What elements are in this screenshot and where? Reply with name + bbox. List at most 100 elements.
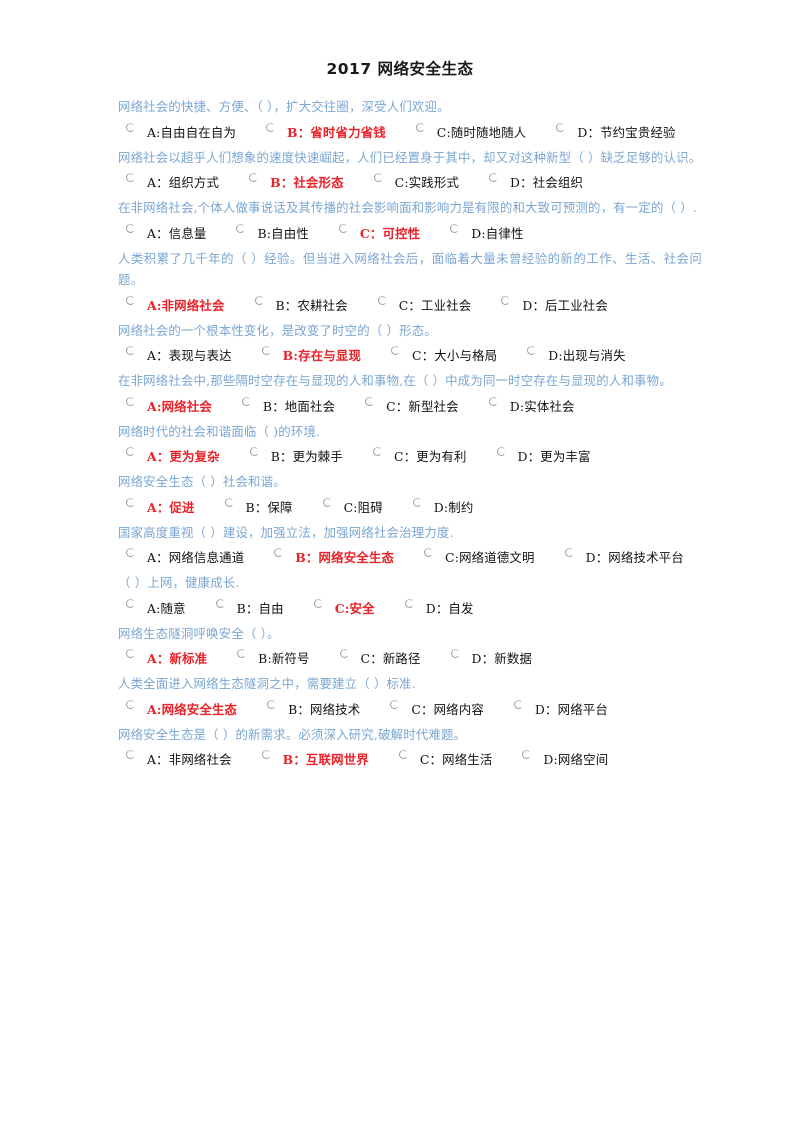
- option-d[interactable]: D：网络平台: [513, 698, 608, 721]
- radio-unchecked-icon[interactable]: [322, 497, 332, 507]
- option-a[interactable]: A：更为复杂: [126, 445, 220, 468]
- option-a[interactable]: A:网络社会: [126, 395, 212, 418]
- radio-unchecked-icon[interactable]: [424, 548, 434, 557]
- option-c[interactable]: C：工业社会: [377, 294, 472, 317]
- radio-unchecked-icon[interactable]: [224, 497, 234, 507]
- option-c[interactable]: C:实践形式: [373, 171, 459, 194]
- radio-unchecked-icon[interactable]: [377, 295, 387, 305]
- option-a[interactable]: A：表现与表达: [126, 344, 232, 367]
- option-b[interactable]: B：网络技术: [267, 698, 360, 721]
- option-a[interactable]: A：网络信息通道: [126, 546, 244, 569]
- option-b[interactable]: B：更为棘手: [249, 445, 343, 468]
- radio-unchecked-icon[interactable]: [126, 447, 135, 456]
- radio-unchecked-icon[interactable]: [126, 699, 135, 709]
- radio-unchecked-icon[interactable]: [450, 223, 460, 233]
- option-c[interactable]: C:安全: [313, 597, 375, 620]
- option-b[interactable]: B：保障: [224, 496, 293, 519]
- option-c[interactable]: C：大小与格局: [391, 344, 497, 367]
- radio-unchecked-icon[interactable]: [126, 396, 135, 406]
- option-d[interactable]: D：更为丰富: [496, 445, 591, 468]
- radio-unchecked-icon[interactable]: [488, 396, 498, 406]
- radio-unchecked-icon[interactable]: [450, 649, 460, 658]
- radio-unchecked-icon[interactable]: [522, 750, 532, 759]
- option-d[interactable]: D：后工业社会: [501, 294, 608, 317]
- option-b[interactable]: B：农耕社会: [254, 294, 348, 317]
- radio-unchecked-icon[interactable]: [365, 396, 375, 406]
- option-a[interactable]: A：组织方式: [126, 171, 219, 194]
- option-d[interactable]: D：节约宝贵经验: [556, 121, 675, 144]
- option-b[interactable]: B：省时省力省钱: [266, 121, 386, 144]
- option-c[interactable]: C：更为有利: [372, 445, 467, 468]
- radio-unchecked-icon[interactable]: [126, 548, 135, 557]
- radio-unchecked-icon[interactable]: [267, 699, 277, 709]
- radio-unchecked-icon[interactable]: [126, 122, 135, 132]
- radio-unchecked-icon[interactable]: [372, 447, 382, 456]
- option-c[interactable]: C:阻碍: [322, 496, 383, 519]
- option-c[interactable]: C:网络道德文明: [424, 546, 535, 569]
- radio-unchecked-icon[interactable]: [254, 295, 264, 305]
- radio-unchecked-icon[interactable]: [266, 122, 276, 132]
- radio-unchecked-icon[interactable]: [556, 122, 566, 132]
- radio-unchecked-icon[interactable]: [415, 122, 425, 132]
- option-d[interactable]: D：社会组织: [489, 171, 583, 194]
- option-d[interactable]: D:自律性: [450, 222, 523, 245]
- option-c[interactable]: C：网络生活: [398, 748, 493, 771]
- option-b[interactable]: B：网络安全生态: [274, 546, 394, 569]
- radio-unchecked-icon[interactable]: [261, 750, 271, 759]
- option-b[interactable]: B：地面社会: [241, 395, 335, 418]
- option-c[interactable]: C：新型社会: [365, 395, 459, 418]
- radio-unchecked-icon[interactable]: [496, 447, 506, 456]
- option-b[interactable]: B:自由性: [236, 222, 309, 245]
- option-a[interactable]: A:网络安全生态: [126, 698, 237, 721]
- option-a[interactable]: A:随意: [126, 597, 186, 620]
- radio-unchecked-icon[interactable]: [126, 649, 135, 658]
- radio-unchecked-icon[interactable]: [338, 223, 348, 233]
- radio-unchecked-icon[interactable]: [489, 173, 499, 182]
- radio-unchecked-icon[interactable]: [126, 223, 135, 233]
- radio-unchecked-icon[interactable]: [527, 346, 537, 355]
- radio-unchecked-icon[interactable]: [126, 346, 135, 355]
- radio-unchecked-icon[interactable]: [513, 699, 523, 709]
- radio-unchecked-icon[interactable]: [249, 447, 259, 456]
- radio-unchecked-icon[interactable]: [501, 295, 511, 305]
- radio-unchecked-icon[interactable]: [391, 346, 401, 355]
- option-b[interactable]: B：互联网世界: [261, 748, 369, 771]
- radio-unchecked-icon[interactable]: [241, 396, 251, 406]
- radio-unchecked-icon[interactable]: [237, 649, 247, 658]
- radio-unchecked-icon[interactable]: [339, 649, 349, 658]
- option-b[interactable]: B:新符号: [237, 647, 309, 670]
- option-a[interactable]: A：非网络社会: [126, 748, 232, 771]
- option-d[interactable]: D:实体社会: [488, 395, 575, 418]
- option-b[interactable]: B：自由: [215, 597, 284, 620]
- radio-unchecked-icon[interactable]: [274, 548, 284, 557]
- radio-unchecked-icon[interactable]: [249, 173, 259, 182]
- radio-unchecked-icon[interactable]: [126, 497, 135, 507]
- radio-unchecked-icon[interactable]: [261, 346, 271, 355]
- option-d[interactable]: D:出现与消失: [527, 344, 625, 367]
- option-c[interactable]: C：网络内容: [390, 698, 484, 721]
- radio-unchecked-icon[interactable]: [373, 173, 383, 182]
- option-a[interactable]: A：促进: [126, 496, 195, 519]
- option-b[interactable]: B：社会形态: [249, 171, 344, 194]
- option-a[interactable]: A：信息量: [126, 222, 207, 245]
- option-a[interactable]: A:自由自在自为: [126, 121, 236, 144]
- radio-unchecked-icon[interactable]: [215, 598, 225, 608]
- option-d[interactable]: D:网络空间: [522, 748, 608, 771]
- radio-unchecked-icon[interactable]: [126, 295, 135, 305]
- radio-unchecked-icon[interactable]: [404, 598, 414, 608]
- radio-unchecked-icon[interactable]: [564, 548, 574, 557]
- radio-unchecked-icon[interactable]: [126, 750, 135, 759]
- radio-unchecked-icon[interactable]: [126, 173, 135, 182]
- option-d[interactable]: D：新数据: [450, 647, 533, 670]
- option-a[interactable]: A：新标准: [126, 647, 207, 670]
- radio-unchecked-icon[interactable]: [313, 598, 323, 608]
- radio-unchecked-icon[interactable]: [126, 598, 135, 608]
- option-a[interactable]: A:非网络社会: [126, 294, 225, 317]
- radio-unchecked-icon[interactable]: [398, 750, 408, 759]
- option-c[interactable]: C:随时随地随人: [415, 121, 527, 144]
- option-c[interactable]: C：可控性: [338, 222, 420, 245]
- radio-unchecked-icon[interactable]: [236, 223, 246, 233]
- option-d[interactable]: D：自发: [404, 597, 474, 620]
- option-b[interactable]: B:存在与显现: [261, 344, 361, 367]
- radio-unchecked-icon[interactable]: [412, 497, 422, 507]
